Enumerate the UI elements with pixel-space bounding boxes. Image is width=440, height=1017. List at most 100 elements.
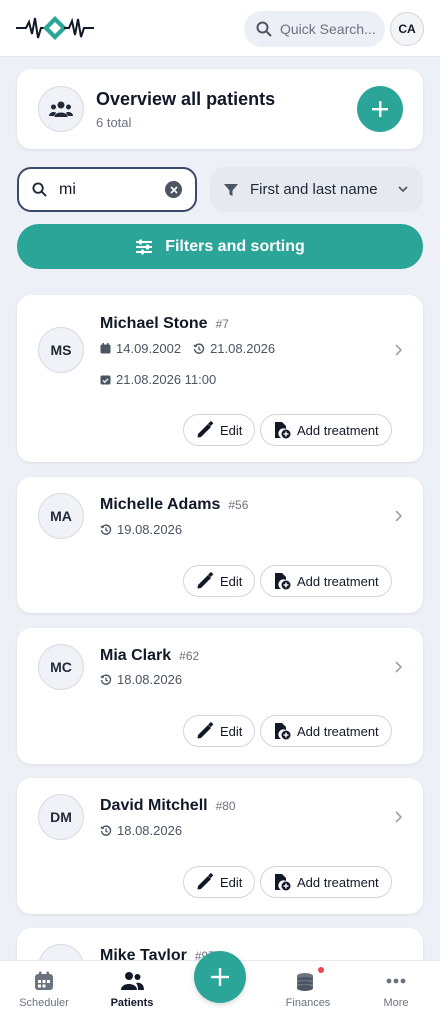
- add-patient-button[interactable]: [357, 86, 403, 132]
- patient-name: Mia Clark #62: [100, 647, 199, 665]
- overview-card: Overview all patients 6 total: [17, 69, 423, 149]
- edit-label: Edit: [220, 573, 243, 589]
- history-icon: [100, 523, 112, 535]
- patient-count: 6 total: [96, 115, 132, 130]
- filters-sorting-button[interactable]: Filters and sorting: [17, 224, 423, 269]
- file-plus-icon: [275, 874, 291, 891]
- notification-dot: [318, 967, 324, 973]
- patient-number: #80: [215, 799, 236, 813]
- add-treatment-label: Add treatment: [297, 422, 379, 438]
- create-button[interactable]: [194, 951, 246, 1003]
- patient-name-text: Mike Taylor: [100, 947, 187, 960]
- patient-name-text: Michelle Adams: [100, 496, 221, 513]
- patient-avatar: DM: [38, 794, 84, 840]
- logo-icon[interactable]: [16, 12, 94, 44]
- history-icon: [100, 824, 112, 836]
- calendar-check-icon: [100, 375, 111, 385]
- file-plus-icon: [275, 573, 291, 590]
- file-plus-icon: [275, 422, 291, 439]
- users-icon: [121, 972, 144, 990]
- nav-scheduler[interactable]: Scheduler: [4, 969, 84, 1009]
- pencil-icon: [197, 722, 214, 739]
- search-icon: [256, 21, 272, 37]
- nav-patients[interactable]: Patients: [92, 969, 172, 1009]
- calendar-icon: [35, 971, 53, 990]
- edit-button[interactable]: Edit: [183, 715, 256, 747]
- sliders-icon: [136, 239, 153, 254]
- edit-button[interactable]: Edit: [183, 414, 256, 446]
- nav-finances-label: Finances: [285, 997, 331, 1009]
- filter-icon: [224, 183, 238, 196]
- nav-more[interactable]: More: [356, 969, 436, 1009]
- pencil-icon: [197, 873, 214, 890]
- history-icon: [193, 342, 205, 354]
- patient-name-text: Michael Stone: [100, 315, 208, 332]
- edit-label: Edit: [220, 422, 243, 438]
- patient-dates: 18.08.2026: [100, 672, 182, 687]
- clear-search-icon[interactable]: [165, 181, 182, 198]
- add-treatment-button[interactable]: Add treatment: [260, 565, 392, 597]
- patient-card[interactable]: MA Michelle Adams #56 19.08.2026 Edit Add…: [17, 477, 423, 613]
- nav-more-label: More: [383, 997, 409, 1009]
- search-icon: [32, 182, 47, 197]
- edit-button[interactable]: Edit: [183, 866, 256, 898]
- patient-number: #7: [215, 317, 229, 331]
- patient-search-input[interactable]: mi: [17, 167, 197, 212]
- patient-number: #56: [228, 498, 249, 512]
- add-treatment-label: Add treatment: [297, 874, 379, 890]
- search-field-label: First and last name: [250, 181, 378, 198]
- page-content: Overview all patients 6 total mi First a…: [0, 57, 440, 960]
- patient-number: #62: [179, 649, 200, 663]
- patient-card[interactable]: MC Mia Clark #62 18.08.2026 Edit Add trea…: [17, 628, 423, 764]
- patient-last-visit: 18.08.2026: [117, 672, 183, 687]
- patient-name-text: David Mitchell: [100, 797, 208, 814]
- patient-last-visit: 18.08.2026: [117, 823, 183, 838]
- patient-card[interactable]: DM David Mitchell #80 18.08.2026 Edit Add…: [17, 778, 423, 914]
- plus-icon: [372, 101, 388, 117]
- search-value: mi: [59, 180, 76, 198]
- patient-birthdate: 14.09.2002: [116, 341, 182, 356]
- patient-name: Michael Stone #7: [100, 315, 229, 333]
- nav-finances[interactable]: Finances: [268, 967, 348, 1009]
- add-treatment-button[interactable]: Add treatment: [260, 866, 392, 898]
- add-treatment-button[interactable]: Add treatment: [260, 715, 392, 747]
- file-plus-icon: [275, 723, 291, 740]
- users-icon: [38, 86, 84, 132]
- patient-card[interactable]: MS Michael Stone #7 14.09.2002 21.08.2026…: [17, 295, 423, 462]
- quick-search-input[interactable]: Quick Search...: [244, 11, 385, 47]
- patient-last-visit: 19.08.2026: [117, 522, 183, 537]
- calendar-icon: [100, 343, 111, 354]
- chevron-down-icon: [398, 186, 408, 193]
- pencil-icon: [197, 421, 214, 438]
- patient-avatar: MA: [38, 493, 84, 539]
- patient-name: Mike Taylor#97: [100, 947, 215, 960]
- quick-search-placeholder: Quick Search...: [280, 21, 376, 37]
- chevron-right-icon[interactable]: [393, 810, 403, 824]
- edit-label: Edit: [220, 874, 243, 890]
- more-dots-icon: [386, 978, 406, 984]
- appointment-datetime: 21.08.2026 11:00: [116, 372, 217, 387]
- patient-name: Michelle Adams #56: [100, 496, 248, 514]
- patient-dates: 14.09.2002 21.08.2026: [100, 341, 275, 356]
- edit-button[interactable]: Edit: [183, 565, 256, 597]
- patient-name-text: Mia Clark: [100, 647, 172, 664]
- chevron-right-icon[interactable]: [393, 660, 403, 674]
- user-avatar[interactable]: CA: [390, 12, 424, 46]
- chevron-right-icon[interactable]: [393, 343, 403, 357]
- patient-avatar: MS: [38, 327, 84, 373]
- patient-avatar: MT: [38, 944, 84, 960]
- filters-label: Filters and sorting: [165, 237, 305, 255]
- chevron-right-icon[interactable]: [393, 509, 403, 523]
- top-bar: Quick Search... CA: [0, 0, 440, 57]
- pencil-icon: [197, 572, 214, 589]
- patient-name: David Mitchell #80: [100, 797, 236, 815]
- add-treatment-button[interactable]: Add treatment: [260, 414, 392, 446]
- search-field-select[interactable]: First and last name: [210, 167, 423, 212]
- patient-dates: 19.08.2026: [100, 522, 182, 537]
- nav-scheduler-label: Scheduler: [19, 997, 69, 1009]
- add-treatment-label: Add treatment: [297, 573, 379, 589]
- plus-icon: [211, 968, 229, 986]
- edit-label: Edit: [220, 723, 243, 739]
- add-treatment-label: Add treatment: [297, 723, 379, 739]
- patient-avatar: MC: [38, 644, 84, 690]
